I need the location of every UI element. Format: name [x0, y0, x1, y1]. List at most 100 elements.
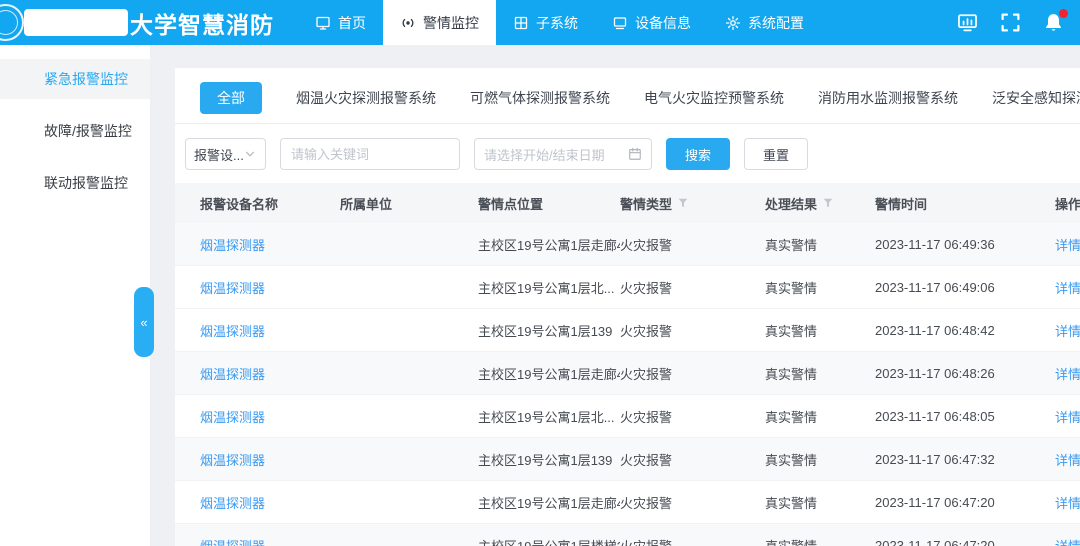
table-row: 烟温探测器主校区19号公寓1层139火灾报警真实警情2023-11-17 06:… — [175, 309, 1080, 352]
nav-item-子系统[interactable]: 子系统 — [496, 0, 595, 45]
nav-item-label: 系统配置 — [748, 13, 804, 33]
chart-icon[interactable] — [957, 12, 978, 33]
nav-item-label: 警情监控 — [423, 13, 479, 33]
notification-bell[interactable] — [1043, 12, 1064, 33]
action-link-详情[interactable]: 详情 — [1055, 364, 1080, 383]
device-name-link[interactable]: 烟温探测器 — [200, 364, 340, 383]
tab-电气火灾监控预警系统[interactable]: 电气火灾监控预警系统 — [644, 88, 784, 108]
time-cell: 2023-11-17 06:48:42 — [875, 323, 1055, 338]
alarm-type-cell: 火灾报警 — [620, 235, 765, 254]
device-name-link[interactable]: 烟温探测器 — [200, 407, 340, 426]
time-cell: 2023-11-17 06:49:36 — [875, 237, 1055, 252]
column-header-所属单位: 所属单位 — [340, 194, 478, 213]
device-type-select-value: 报警设... — [194, 145, 243, 164]
alarm-type-cell: 火灾报警 — [620, 407, 765, 426]
time-cell: 2023-11-17 06:47:20 — [875, 538, 1055, 546]
action-link-详情[interactable]: 详情 — [1055, 321, 1080, 340]
keyword-input[interactable] — [280, 138, 460, 170]
title-redaction-blob — [24, 9, 128, 36]
action-link-详情[interactable]: 详情 — [1055, 536, 1080, 546]
collapse-chevron-icon: « — [140, 315, 147, 330]
actions-cell: 详情处理 — [1055, 493, 1080, 512]
device-type-select[interactable]: 报警设... — [185, 138, 266, 170]
time-cell: 2023-11-17 06:48:26 — [875, 366, 1055, 381]
filter-bar: 报警设... 请选择开始/结束日期 搜索 重置 — [185, 138, 1080, 170]
table-row: 烟温探测器主校区19号公寓1层走廊4火灾报警真实警情2023-11-17 06:… — [175, 352, 1080, 395]
location-cell: 主校区19号公寓1层北... — [478, 407, 620, 426]
sidebar-item-紧急报警监控[interactable]: 紧急报警监控 — [0, 59, 150, 99]
location-cell: 主校区19号公寓1层走廊4 — [478, 364, 620, 383]
device-name-link[interactable]: 烟温探测器 — [200, 321, 340, 340]
system-config-icon — [725, 15, 741, 31]
action-link-详情[interactable]: 详情 — [1055, 278, 1080, 297]
search-button[interactable]: 搜索 — [666, 138, 730, 170]
date-range-input[interactable]: 请选择开始/结束日期 — [474, 138, 652, 170]
sidebar: 紧急报警监控故障/报警监控联动报警监控 — [0, 45, 150, 546]
nav-item-首页[interactable]: 首页 — [298, 0, 383, 45]
column-header-label: 处理结果 — [765, 194, 817, 213]
sidebar-collapse-handle[interactable]: « — [134, 287, 154, 357]
sidebar-item-故障/报警监控[interactable]: 故障/报警监控 — [0, 111, 150, 151]
device-name-link[interactable]: 烟温探测器 — [200, 450, 340, 469]
tab-可燃气体探测报警系统[interactable]: 可燃气体探测报警系统 — [470, 88, 610, 108]
result-cell: 真实警情 — [765, 407, 875, 426]
alarm-type-cell: 火灾报警 — [620, 536, 765, 546]
column-header-label: 报警设备名称 — [200, 194, 278, 213]
action-link-详情[interactable]: 详情 — [1055, 235, 1080, 254]
tab-消防用水监测报警系统[interactable]: 消防用水监测报警系统 — [818, 88, 958, 108]
nav-menu: 首页 警情监控 子系统设备信息 系统配置 — [298, 0, 821, 45]
alarm-table: 报警设备名称所属单位警情点位置警情类型处理结果警情时间操作 烟温探测器主校区19… — [175, 183, 1080, 546]
tab-全部[interactable]: 全部 — [200, 82, 262, 114]
actions-cell: 详情处理 — [1055, 321, 1080, 340]
sidebar-item-联动报警监控[interactable]: 联动报警监控 — [0, 163, 150, 203]
location-cell: 主校区19号公寓1层北... — [478, 278, 620, 297]
location-cell: 主校区19号公寓1层139 — [478, 321, 620, 340]
app-title: 大学智慧消防 — [130, 6, 274, 40]
column-header-警情时间: 警情时间 — [875, 194, 1055, 213]
time-cell: 2023-11-17 06:47:20 — [875, 495, 1055, 510]
chevron-down-icon — [243, 147, 257, 161]
column-header-label: 所属单位 — [340, 194, 392, 213]
nav-item-警情监控[interactable]: 警情监控 — [383, 0, 496, 45]
fullscreen-icon[interactable] — [1000, 12, 1021, 33]
device-name-link[interactable]: 烟温探测器 — [200, 278, 340, 297]
device-name-link[interactable]: 烟温探测器 — [200, 493, 340, 512]
nav-item-label: 子系统 — [536, 13, 578, 33]
action-link-详情[interactable]: 详情 — [1055, 407, 1080, 426]
table-row: 烟温探测器 主校区19号公寓1层楼梯3火灾报警真实警情2023-11-17 06:… — [175, 524, 1080, 546]
device-name-link[interactable]: 烟温探测器 — [200, 536, 340, 546]
content-card: 全部 烟温火灾探测报警系统 可燃气体探测报警系统 电气火灾监控预警系统 消防用水监测报警… — [175, 68, 1080, 546]
column-header-警情点位置: 警情点位置 — [478, 194, 620, 213]
filter-funnel-icon[interactable] — [677, 197, 689, 209]
time-cell: 2023-11-17 06:48:05 — [875, 409, 1055, 424]
location-cell: 主校区19号公寓1层楼梯3 — [478, 536, 620, 546]
app-logo — [0, 4, 24, 41]
result-cell: 真实警情 — [765, 493, 875, 512]
reset-button[interactable]: 重置 — [744, 138, 808, 170]
table-row: 烟温探测器主校区19号公寓1层北...火灾报警真实警情2023-11-17 06… — [175, 266, 1080, 309]
alarm-monitor-icon — [400, 15, 416, 31]
device-info-icon — [612, 15, 628, 31]
alarm-type-cell: 火灾报警 — [620, 278, 765, 297]
nav-right-icons — [957, 12, 1080, 33]
action-link-详情[interactable]: 详情 — [1055, 493, 1080, 512]
actions-cell: 详情处理 — [1055, 450, 1080, 469]
action-link-详情[interactable]: 详情 — [1055, 450, 1080, 469]
system-tabs: 全部 烟温火灾探测报警系统 可燃气体探测报警系统 电气火灾监控预警系统 消防用水监测报警… — [175, 68, 1080, 124]
tab-泛安全感知探测报警系统[interactable]: 泛安全感知探测报警系统 — [992, 88, 1080, 108]
alarm-type-cell: 火灾报警 — [620, 450, 765, 469]
location-cell: 主校区19号公寓1层走廊4 — [478, 493, 620, 512]
top-navbar: 大学智慧消防 首页 警情监控 子系统设备信息 系统配置 — [0, 0, 1080, 45]
column-header-处理结果: 处理结果 — [765, 194, 875, 213]
alarm-type-cell: 火灾报警 — [620, 364, 765, 383]
nav-item-设备信息[interactable]: 设备信息 — [595, 0, 708, 45]
column-header-label: 警情点位置 — [478, 194, 543, 213]
filter-funnel-icon[interactable] — [822, 197, 834, 209]
alarm-type-cell: 火灾报警 — [620, 493, 765, 512]
actions-cell: 详情处理 — [1055, 235, 1080, 254]
tab-烟温火灾探测报警系统[interactable]: 烟温火灾探测报警系统 — [296, 88, 436, 108]
device-name-link[interactable]: 烟温探测器 — [200, 235, 340, 254]
result-cell: 真实警情 — [765, 536, 875, 546]
nav-item-系统配置[interactable]: 系统配置 — [708, 0, 821, 45]
result-cell: 真实警情 — [765, 321, 875, 340]
